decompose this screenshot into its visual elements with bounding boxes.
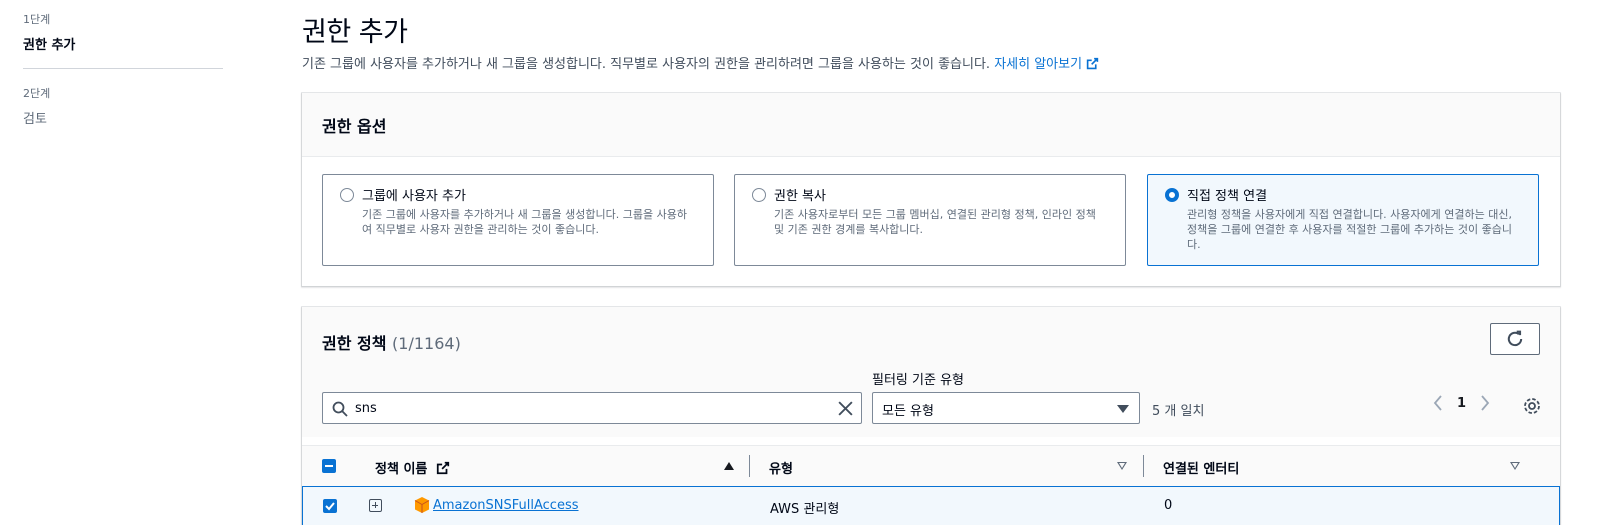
select-all-checkbox[interactable] [322, 459, 336, 473]
step-divider [23, 68, 223, 69]
column-divider[interactable] [1143, 455, 1144, 477]
option-attach-policies[interactable]: 직접 정책 연결 관리형 정책을 사용자에게 직접 연결합니다. 사용자에게 연… [1147, 174, 1539, 266]
option-title: 권한 복사 [774, 189, 826, 204]
permission-policies-panel: 권한 정책 (1/1164) 필터링 기준 유형 sns 모든 유형 5 개 일… [302, 307, 1560, 525]
learn-more-label: 자세히 알아보기 [994, 57, 1083, 72]
permission-options-panel: 권한 옵션 그룹에 사용자 추가 기존 그룹에 사용자를 추가하거나 새 그룹을… [302, 93, 1560, 286]
radio-attach-policies[interactable] [1165, 188, 1179, 202]
permission-options-header: 권한 옵션 [302, 93, 1560, 157]
desc-line: 여 직무별로 사용자 권한을 관리하는 것이 좋습니다. [362, 223, 599, 236]
desc-line: 정책을 그룹에 연결한 후 사용자를 적절한 그룹에 추가하는 것이 좋습니 [1187, 223, 1512, 236]
desc-line: 다. [1187, 238, 1201, 251]
step-1-title: 권한 추가 [23, 38, 76, 53]
desc-line: 관리형 정책을 사용자에게 직접 연결합니다. 사용자에게 연결하는 대신, [1187, 208, 1512, 221]
option-description: 기존 그룹에 사용자를 추가하거나 새 그룹을 생성합니다. 그룹을 사용하 여… [362, 207, 701, 237]
desc-line: 기존 사용자로부터 모든 그룹 멤버십, 연결된 관리형 정책, 인라인 정책 [774, 208, 1096, 221]
policies-header: 권한 정책 (1/1164) 필터링 기준 유형 sns 모든 유형 5 개 일… [302, 307, 1560, 437]
page-description: 기존 그룹에 사용자를 추가하거나 새 그룹을 생성합니다. 직무별로 사용자의… [302, 53, 1099, 72]
sort-ascending-icon[interactable] [724, 462, 734, 470]
match-count: 5 개 일치 [1152, 404, 1205, 419]
sort-icon[interactable] [1510, 462, 1520, 470]
policy-name-cell: AmazonSNSFullAccess [433, 498, 579, 513]
table-header: 정책 이름 유형 연결된 엔터티 [302, 445, 1560, 486]
option-title: 직접 정책 연결 [1187, 189, 1268, 204]
table-row[interactable]: AmazonSNSFullAccess AWS 관리형 0 [302, 486, 1560, 525]
chevron-right-icon[interactable] [1480, 395, 1490, 411]
gear-icon[interactable] [1522, 396, 1542, 416]
pagination: 1 [1433, 395, 1490, 411]
policy-search-input[interactable]: sns [322, 392, 862, 424]
external-link-icon [436, 461, 450, 475]
page-number[interactable]: 1 [1457, 396, 1466, 411]
chevron-left-icon[interactable] [1433, 395, 1443, 411]
option-description: 기존 사용자로부터 모든 그룹 멤버십, 연결된 관리형 정책, 인라인 정책 … [774, 207, 1113, 237]
column-header-type[interactable]: 유형 [769, 458, 793, 477]
external-link-icon [1086, 57, 1099, 70]
attached-entities-cell: 0 [1164, 498, 1173, 513]
desc-line: 및 기존 권한 경계를 복사합니다. [774, 223, 924, 236]
filter-type-label: 필터링 기준 유형 [872, 373, 964, 388]
radio-copy-permissions[interactable] [752, 188, 766, 202]
type-filter-value: 모든 유형 [882, 404, 934, 419]
aws-policy-icon [414, 497, 430, 513]
column-header-entities[interactable]: 연결된 엔터티 [1163, 458, 1239, 477]
column-divider[interactable] [749, 455, 750, 477]
step-2-number: 2단계 [23, 87, 51, 100]
desc-line: 기존 그룹에 사용자를 추가하거나 새 그룹을 생성합니다. 그룹을 사용하 [362, 208, 687, 221]
policy-name-link[interactable]: AmazonSNSFullAccess [433, 498, 579, 513]
step-2-title[interactable]: 검토 [23, 108, 50, 127]
column-header-name[interactable]: 정책 이름 [375, 458, 450, 477]
search-icon [332, 401, 348, 417]
page-title: 권한 추가 [302, 17, 408, 48]
learn-more-link[interactable]: 자세히 알아보기 [994, 57, 1099, 72]
clear-icon[interactable] [837, 400, 854, 417]
step-1-number: 1단계 [23, 13, 51, 26]
policies-title: 권한 정책 (1/1164) [322, 330, 461, 354]
refresh-button[interactable] [1490, 323, 1540, 355]
sort-icon[interactable] [1117, 462, 1127, 470]
option-description: 관리형 정책을 사용자에게 직접 연결합니다. 사용자에게 연결하는 대신, 정… [1187, 207, 1526, 252]
option-copy-permissions[interactable]: 권한 복사 기존 사용자로부터 모든 그룹 멤버십, 연결된 관리형 정책, 인… [734, 174, 1126, 266]
column-name-label: 정책 이름 [375, 462, 428, 477]
type-filter-select[interactable]: 모든 유형 [872, 392, 1140, 424]
search-value: sns [355, 401, 377, 416]
option-title: 그룹에 사용자 추가 [362, 189, 466, 204]
option-add-to-group[interactable]: 그룹에 사용자 추가 기존 그룹에 사용자를 추가하거나 새 그룹을 생성합니다… [322, 174, 714, 266]
policy-type-cell: AWS 관리형 [770, 502, 840, 517]
policies-title-text: 권한 정책 [322, 334, 387, 353]
description-text: 기존 그룹에 사용자를 추가하거나 새 그룹을 생성합니다. 직무별로 사용자의… [302, 57, 991, 72]
radio-add-to-group[interactable] [340, 188, 354, 202]
refresh-icon [1507, 330, 1523, 347]
expand-icon[interactable] [369, 499, 382, 512]
permission-options-title: 권한 옵션 [322, 117, 387, 136]
policies-count: (1/1164) [392, 334, 461, 353]
row-checkbox[interactable] [323, 499, 337, 513]
caret-down-icon [1117, 405, 1129, 413]
